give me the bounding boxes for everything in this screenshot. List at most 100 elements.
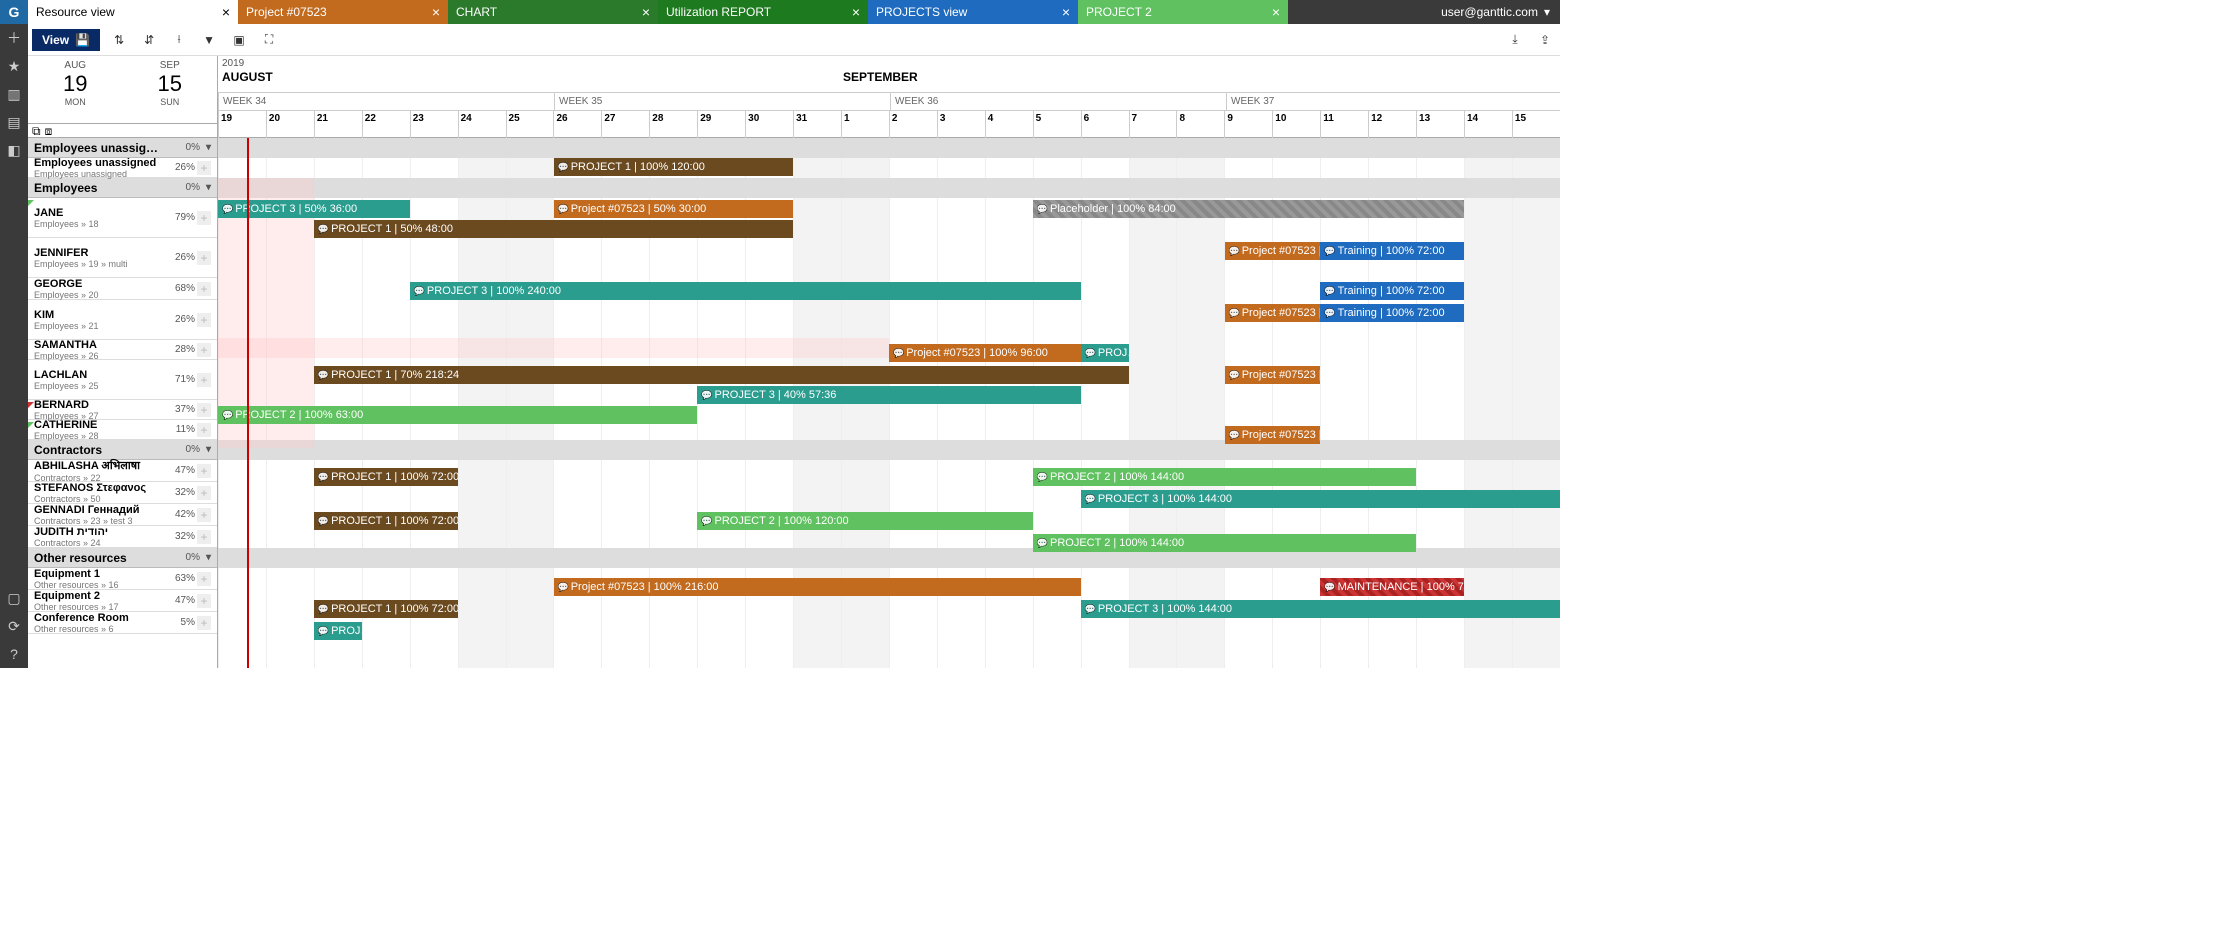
task-bar[interactable]: Training | 100% 72:00: [1320, 242, 1464, 260]
close-icon[interactable]: ×: [210, 4, 230, 20]
date-range[interactable]: AUG 19 MON SEP 15 SUN: [28, 56, 217, 124]
star-icon[interactable]: ★: [0, 52, 28, 80]
task-bar[interactable]: PROJ…: [1081, 344, 1129, 362]
resource-row[interactable]: LACHLANEmployees » 2571%+: [28, 360, 217, 400]
task-bar[interactable]: PROJECT 3 | 40% 57:36: [697, 386, 1080, 404]
tab-1[interactable]: Project #07523×: [238, 0, 448, 24]
task-bar[interactable]: Project #07523 | 100% 216:00: [554, 578, 1081, 596]
fullscreen-icon[interactable]: ⛶: [258, 29, 280, 51]
add-task-icon[interactable]: +: [197, 572, 211, 586]
user-menu[interactable]: user@ganttic.com▾: [1431, 0, 1560, 24]
paint-icon[interactable]: ◧: [0, 136, 28, 164]
task-bar[interactable]: Project #07523 | …: [1225, 366, 1321, 384]
chevron-down-icon[interactable]: ▾: [206, 444, 211, 455]
task-bar[interactable]: Project #07523 | 100% 96:00: [889, 344, 1081, 362]
task-bar[interactable]: PROJECT 1 | 70% 218:24: [314, 366, 1129, 384]
sort-desc-icon[interactable]: ⇵: [138, 29, 160, 51]
task-bar[interactable]: PROJECT 1 | 50% 48:00: [314, 220, 793, 238]
expand-all-icon[interactable]: ⧈: [45, 124, 53, 137]
task-bar[interactable]: PROJECT 2 | 100% 144:00: [1033, 468, 1416, 486]
add-task-icon[interactable]: +: [197, 486, 211, 500]
resource-row[interactable]: BERNARDEmployees » 2737%+: [28, 400, 217, 420]
task-bar[interactable]: Training | 100% 72:00: [1320, 282, 1464, 300]
gantt-chart[interactable]: 2019 AUGUSTSEPTEMBER WEEK 34WEEK 35WEEK …: [218, 56, 1560, 668]
report-icon[interactable]: ▤: [0, 108, 28, 136]
filter-clear-icon[interactable]: ⟊: [168, 29, 190, 51]
task-bar[interactable]: PROJ…: [314, 622, 362, 640]
close-icon[interactable]: ×: [420, 4, 440, 20]
add-task-icon[interactable]: +: [197, 464, 211, 478]
close-icon[interactable]: ×: [1050, 4, 1070, 20]
view-button[interactable]: View 💾: [32, 29, 100, 51]
add-icon[interactable]: ＋: [0, 24, 28, 52]
add-task-icon[interactable]: +: [197, 161, 211, 175]
task-bar[interactable]: PROJECT 3 | 100% 144:00: [1081, 600, 1560, 618]
task-bar[interactable]: PROJECT 3 | 100% 240:00: [410, 282, 1081, 300]
add-task-icon[interactable]: +: [197, 282, 211, 296]
task-bar[interactable]: PROJECT 3 | 100% 144:00: [1081, 490, 1560, 508]
task-bar[interactable]: Training | 100% 72:00: [1320, 304, 1464, 322]
resource-row[interactable]: Conference RoomOther resources » 65%+: [28, 612, 217, 634]
resource-row[interactable]: JUDITH יהודיתContractors » 2432%+: [28, 526, 217, 548]
import-icon[interactable]: ⤓: [1504, 29, 1526, 51]
task-bar[interactable]: PROJECT 1 | 100% 72:00: [314, 468, 458, 486]
resource-row[interactable]: Employees unassignedEmployees unassigned…: [28, 158, 217, 178]
resource-row[interactable]: Equipment 1Other resources » 1663%+: [28, 568, 217, 590]
task-bar[interactable]: PROJECT 2 | 100% 63:00: [218, 406, 697, 424]
start-date[interactable]: AUG 19 MON: [28, 56, 123, 123]
chevron-down-icon[interactable]: ▾: [206, 182, 211, 193]
collapse-all-icon[interactable]: ⧉: [32, 124, 41, 137]
group-header[interactable]: Employees unassig…0%▾: [28, 138, 217, 158]
resource-row[interactable]: GENNADI ГеннадийContractors » 23 » test …: [28, 504, 217, 526]
task-bar[interactable]: PROJECT 2 | 100% 144:00: [1033, 534, 1416, 552]
task-bar[interactable]: PROJECT 1 | 100% 72:00: [314, 600, 458, 618]
end-date[interactable]: SEP 15 SUN: [123, 56, 218, 123]
task-bar[interactable]: PROJECT 1 | 100% 72:00: [314, 512, 458, 530]
add-task-icon[interactable]: +: [197, 594, 211, 608]
filter-icon[interactable]: ▼: [198, 29, 220, 51]
close-icon[interactable]: ×: [840, 4, 860, 20]
resource-row[interactable]: GEORGEEmployees » 2068%+: [28, 278, 217, 300]
task-bar[interactable]: PROJECT 1 | 100% 120:00: [554, 158, 794, 176]
task-bar[interactable]: Project #07523 | …: [1225, 304, 1321, 322]
close-icon[interactable]: ×: [1260, 4, 1280, 20]
settings-icon[interactable]: ⟳: [0, 612, 28, 640]
resource-icon[interactable]: ▢: [0, 584, 28, 612]
add-task-icon[interactable]: +: [197, 530, 211, 544]
group-header[interactable]: Contractors0%▾: [28, 440, 217, 460]
add-task-icon[interactable]: +: [197, 403, 211, 417]
today-icon[interactable]: ▣: [228, 29, 250, 51]
resource-row[interactable]: ABHILASHA अभिलाषाContractors » 2247%+: [28, 460, 217, 482]
chevron-down-icon[interactable]: ▾: [206, 552, 211, 563]
export-icon[interactable]: ⇪: [1534, 29, 1556, 51]
resource-row[interactable]: JENNIFEREmployees » 19 » multi26%+: [28, 238, 217, 278]
tab-4[interactable]: PROJECTS view×: [868, 0, 1078, 24]
task-bar[interactable]: MAINTENANCE | 100% 72:00: [1320, 578, 1464, 596]
sort-asc-icon[interactable]: ⇅: [108, 29, 130, 51]
tab-3[interactable]: Utilization REPORT×: [658, 0, 868, 24]
group-header[interactable]: Employees0%▾: [28, 178, 217, 198]
task-bar[interactable]: Project #07523 | 50% 30:00: [554, 200, 794, 218]
tab-0[interactable]: Resource view×: [28, 0, 238, 24]
task-bar[interactable]: Placeholder | 100% 84:00: [1033, 200, 1464, 218]
tab-5[interactable]: PROJECT 2×: [1078, 0, 1288, 24]
add-task-icon[interactable]: +: [197, 373, 211, 387]
add-task-icon[interactable]: +: [197, 508, 211, 522]
resource-row[interactable]: JANEEmployees » 1879%+: [28, 198, 217, 238]
add-task-icon[interactable]: +: [197, 423, 211, 437]
resource-row[interactable]: SAMANTHAEmployees » 2628%+: [28, 340, 217, 360]
resource-row[interactable]: CATHERINEEmployees » 2811%+: [28, 420, 217, 440]
add-task-icon[interactable]: +: [197, 343, 211, 357]
resource-row[interactable]: KIMEmployees » 2126%+: [28, 300, 217, 340]
close-icon[interactable]: ×: [630, 4, 650, 20]
add-task-icon[interactable]: +: [197, 211, 211, 225]
task-bar[interactable]: Project #07523 | …: [1225, 242, 1321, 260]
chevron-down-icon[interactable]: ▾: [206, 142, 211, 153]
task-bar[interactable]: Project #07523 | …: [1225, 426, 1321, 444]
tab-2[interactable]: CHART×: [448, 0, 658, 24]
add-task-icon[interactable]: +: [197, 616, 211, 630]
group-header[interactable]: Other resources0%▾: [28, 548, 217, 568]
help-icon[interactable]: ?: [0, 640, 28, 668]
task-bar[interactable]: PROJECT 2 | 100% 120:00: [697, 512, 1033, 530]
chart-icon[interactable]: ▥: [0, 80, 28, 108]
